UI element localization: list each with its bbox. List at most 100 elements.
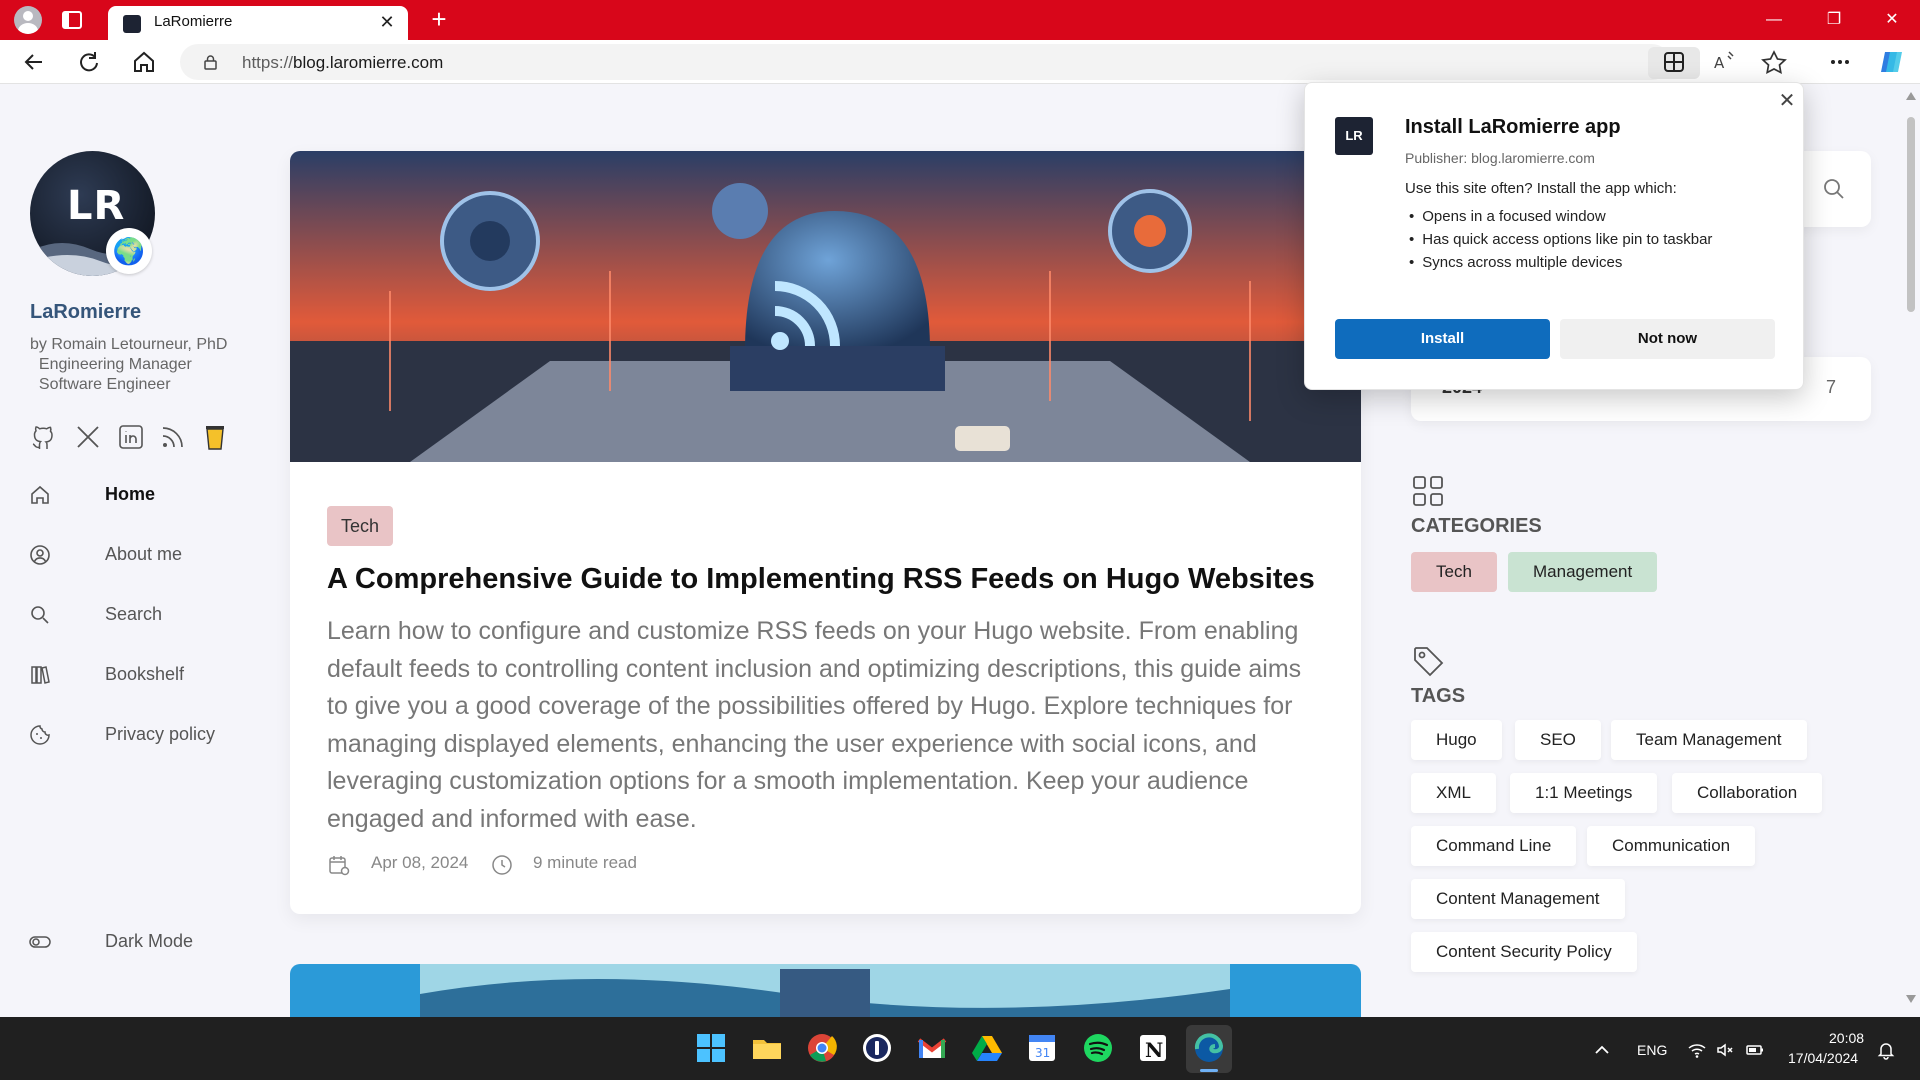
- scrollbar-thumb[interactable]: [1907, 117, 1915, 312]
- notion-icon[interactable]: N: [1137, 1032, 1169, 1064]
- article-hero-image[interactable]: [290, 151, 1361, 462]
- close-tab-icon[interactable]: ✕: [374, 9, 400, 35]
- github-icon[interactable]: [29, 422, 59, 452]
- close-window-button[interactable]: ✕: [1864, 0, 1920, 40]
- show-hidden-icons-chevron-icon[interactable]: [1592, 1040, 1612, 1060]
- sidebar-item-label: Home: [105, 484, 156, 504]
- edge-icon[interactable]: [1193, 1032, 1225, 1064]
- active-app-indicator: [1200, 1069, 1218, 1072]
- back-icon[interactable]: [18, 48, 50, 76]
- clock-date[interactable]: 17/04/2024: [1788, 1050, 1858, 1066]
- toggle-icon: [29, 936, 51, 948]
- tag-chip[interactable]: Hugo: [1411, 720, 1502, 760]
- tag-chip[interactable]: XML: [1411, 773, 1496, 813]
- sidebar-item-label: Search: [105, 604, 163, 624]
- browser-tab-active[interactable]: LaRomierre ✕: [108, 6, 408, 40]
- clock-icon: [492, 855, 512, 875]
- scroll-up-icon[interactable]: [1906, 92, 1916, 100]
- tag-chip[interactable]: SEO: [1515, 720, 1601, 760]
- tags-title: TAGS: [1411, 685, 1466, 707]
- tag-chip[interactable]: Collaboration: [1672, 773, 1823, 813]
- refresh-icon[interactable]: [73, 48, 105, 76]
- x-icon[interactable]: [73, 422, 103, 452]
- next-article-card[interactable]: [290, 964, 1361, 1017]
- google-calendar-icon[interactable]: 31: [1026, 1032, 1058, 1064]
- site-name[interactable]: LaRomierre: [30, 301, 141, 324]
- sidebar-item-bookshelf[interactable]: Bookshelf: [28, 660, 268, 690]
- tag-chip[interactable]: Content Management: [1411, 879, 1625, 919]
- volume-muted-icon[interactable]: [1715, 1040, 1735, 1060]
- category-chip-tech[interactable]: Tech: [1411, 552, 1497, 592]
- bio-line: by Romain Letourneur, PhD: [30, 336, 228, 353]
- battery-icon[interactable]: [1745, 1040, 1765, 1060]
- avatar-logo-mark: LR: [67, 183, 126, 229]
- dark-mode-toggle[interactable]: Dark Mode: [28, 927, 268, 957]
- sidebar-item-home[interactable]: Home: [28, 480, 268, 510]
- archive-count: 7: [1826, 377, 1837, 397]
- tag-chip[interactable]: Content Security Policy: [1411, 932, 1637, 972]
- tab-actions-icon[interactable]: [60, 8, 84, 32]
- language-indicator[interactable]: ENG: [1637, 1042, 1667, 1058]
- gmail-icon[interactable]: [916, 1032, 948, 1064]
- install-button[interactable]: Install: [1335, 319, 1550, 359]
- benefit-item: Opens in a focused window: [1409, 205, 1712, 228]
- benefit-item: Syncs across multiple devices: [1409, 251, 1712, 274]
- url-field[interactable]: https://blog.laromierre.com: [180, 44, 1670, 80]
- bio-line: Engineering Manager: [30, 356, 192, 373]
- windows-start-icon[interactable]: [695, 1032, 727, 1064]
- sidebar-item-search[interactable]: Search: [28, 600, 268, 630]
- tag-chip[interactable]: 1:1 Meetings: [1510, 773, 1658, 813]
- read-aloud-icon[interactable]: A: [1708, 48, 1740, 76]
- cookie-icon: [30, 725, 50, 745]
- notifications-bell-icon[interactable]: [1876, 1040, 1896, 1060]
- google-drive-icon[interactable]: [971, 1032, 1003, 1064]
- books-icon: [31, 666, 50, 684]
- lock-icon[interactable]: [204, 55, 217, 70]
- address-bar-row: https://blog.laromierre.com: [0, 40, 1920, 84]
- 1password-icon[interactable]: [861, 1032, 893, 1064]
- more-options-icon[interactable]: [1824, 48, 1856, 76]
- calendar-icon: [329, 856, 350, 876]
- tag-chip[interactable]: Team Management: [1611, 720, 1807, 760]
- bio-line: Software Engineer: [30, 376, 171, 393]
- svg-text:A: A: [1714, 54, 1725, 72]
- sidebar-item-about-me[interactable]: About me: [28, 540, 268, 570]
- svg-text:N: N: [1145, 1038, 1163, 1062]
- close-icon[interactable]: ✕: [1775, 89, 1799, 113]
- avatar-emoji-badge: 🌍: [106, 228, 152, 274]
- article-title[interactable]: A Comprehensive Guide to Implementing RS…: [327, 563, 1327, 596]
- tab-title: LaRomierre: [154, 13, 233, 30]
- install-app-popup: ✕ LR Install LaRomierre app Publisher: b…: [1304, 82, 1804, 390]
- minimize-button[interactable]: —: [1746, 0, 1802, 40]
- linkedin-icon[interactable]: [116, 422, 146, 452]
- windows-taskbar: [0, 1017, 1920, 1080]
- user-circle-icon: [30, 545, 50, 565]
- tag-chip[interactable]: Command Line: [1411, 826, 1577, 866]
- search-icon[interactable]: [1822, 177, 1846, 201]
- copilot-icon[interactable]: [1876, 48, 1908, 76]
- popup-question: Use this site often? Install the app whi…: [1405, 180, 1677, 197]
- home-icon[interactable]: [128, 48, 160, 76]
- chrome-icon[interactable]: [806, 1032, 838, 1064]
- clock-time[interactable]: 20:08: [1829, 1030, 1864, 1046]
- file-explorer-icon[interactable]: [751, 1032, 783, 1064]
- tag-icon: [1414, 647, 1444, 677]
- tag-chip[interactable]: Communication: [1587, 826, 1756, 866]
- restore-button[interactable]: ❐: [1806, 0, 1862, 40]
- favorite-star-icon[interactable]: [1758, 48, 1790, 76]
- coffee-icon[interactable]: [200, 422, 230, 452]
- sidebar-item-privacy-policy[interactable]: Privacy policy: [28, 720, 268, 750]
- profile-avatar-icon[interactable]: [14, 6, 42, 34]
- article-category-chip[interactable]: Tech: [327, 506, 394, 546]
- sidebar-item-label: About me: [105, 544, 183, 564]
- wifi-icon[interactable]: [1687, 1040, 1707, 1060]
- spotify-icon[interactable]: [1082, 1032, 1114, 1064]
- new-tab-button[interactable]: +: [424, 6, 454, 34]
- category-chip-management[interactable]: Management: [1508, 552, 1658, 592]
- rss-icon[interactable]: [158, 422, 188, 452]
- sidebar-item-label: Bookshelf: [105, 664, 185, 684]
- article-card[interactable]: Tech A Comprehensive Guide to Implementi…: [290, 151, 1361, 914]
- scroll-down-icon[interactable]: [1906, 995, 1916, 1003]
- article-date: Apr 08, 2024: [371, 853, 469, 872]
- not-now-button[interactable]: Not now: [1560, 319, 1775, 359]
